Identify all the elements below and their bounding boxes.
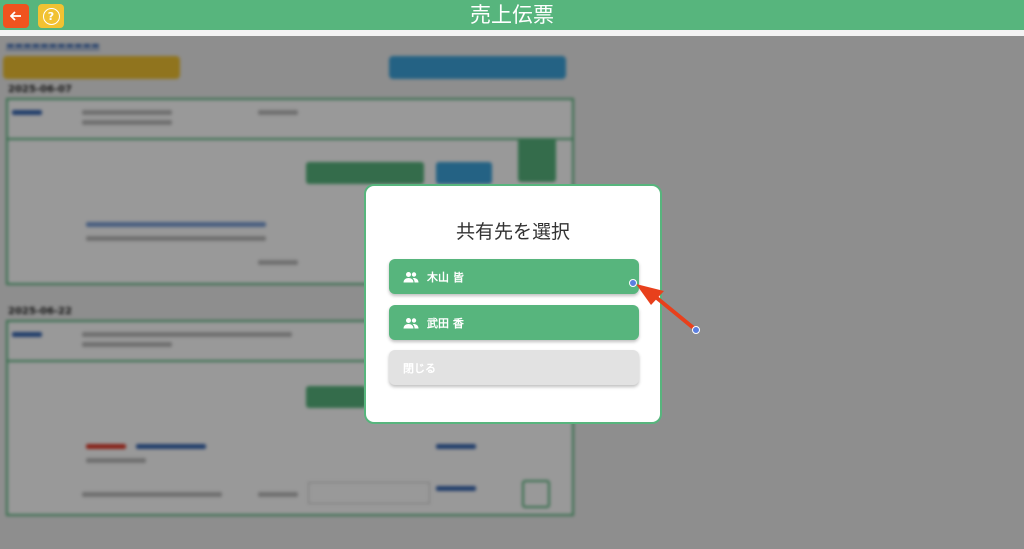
close-button[interactable]: 閉じる bbox=[389, 350, 639, 385]
question-circle-icon: ? bbox=[42, 7, 60, 25]
share-target-modal: 共有先を選択 木山 皆 武田 香 閉じる bbox=[364, 184, 662, 424]
app-header: ? 売上伝票 bbox=[0, 0, 1024, 30]
modal-title: 共有先を選択 bbox=[455, 221, 570, 243]
back-button[interactable] bbox=[3, 4, 29, 28]
share-option-kiyama[interactable]: 木山 皆 bbox=[389, 259, 639, 294]
people-icon bbox=[403, 317, 419, 328]
share-option-takeda[interactable]: 武田 香 bbox=[389, 305, 639, 340]
arrow-left-icon bbox=[10, 11, 21, 21]
share-option-label: 武田 香 bbox=[427, 316, 464, 330]
share-option-label: 木山 皆 bbox=[427, 270, 464, 284]
people-icon bbox=[403, 271, 419, 282]
close-button-label: 閉じる bbox=[403, 361, 436, 375]
page-title: 売上伝票 bbox=[470, 3, 554, 27]
help-button[interactable]: ? bbox=[38, 4, 64, 28]
